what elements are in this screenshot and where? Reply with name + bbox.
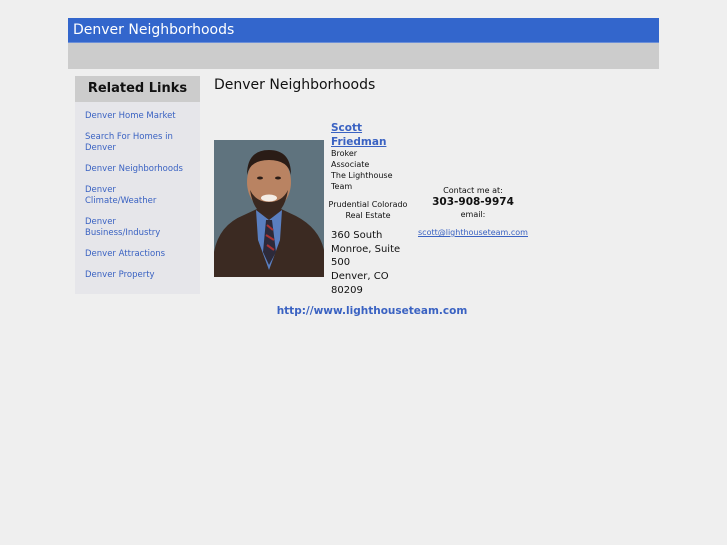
agent-name-link[interactable]: Scott Friedman: [331, 121, 401, 149]
address-line: Monroe, Suite: [331, 243, 401, 255]
address-line: 500: [331, 257, 351, 269]
sidebar-item-climate: Denver Climate/Weather: [85, 185, 200, 207]
sidebar-item-business: Denver Business/Industry: [85, 217, 200, 239]
nav-bar: [68, 43, 659, 69]
sidebar-item-neighborhoods: Denver Neighborhoods: [85, 164, 200, 175]
contact-block: Contact me at: 303-908-9974 email: scott…: [408, 185, 538, 239]
email-link[interactable]: scott@lighthouseteam.com: [418, 228, 528, 237]
sidebar-item-property: Denver Property: [85, 270, 200, 281]
agent-portrait-image: [214, 140, 324, 277]
sidebar-list: Denver Home Market Search For Homes in D…: [75, 102, 200, 281]
sidebar-link[interactable]: Search For Homes in Denver: [85, 132, 190, 154]
sidebar-link[interactable]: Denver Business/Industry: [85, 217, 170, 239]
sidebar-item-search-homes: Search For Homes in Denver: [85, 132, 200, 154]
address-line: 80209: [331, 284, 363, 296]
site-header: Denver Neighborhoods: [68, 18, 659, 43]
sidebar-link[interactable]: Denver Home Market: [85, 111, 190, 122]
sidebar-link[interactable]: Denver Attractions: [85, 249, 190, 260]
site-title: Denver Neighborhoods: [73, 22, 235, 38]
address-line: Denver, CO: [331, 271, 389, 283]
agent-title-line: Broker: [331, 149, 358, 158]
agent-company: Prudential Colorado Real Estate: [328, 200, 408, 220]
sidebar-title: Related Links: [75, 76, 200, 102]
page-title: Denver Neighborhoods: [214, 77, 376, 93]
sidebar-item-attractions: Denver Attractions: [85, 249, 200, 260]
sidebar-link[interactable]: Denver Climate/Weather: [85, 185, 160, 207]
website-link[interactable]: http://www.lighthouseteam.com: [272, 305, 472, 317]
sidebar-item-home-market: Denver Home Market: [85, 111, 200, 122]
agent-photo: [214, 140, 324, 277]
agent-address: 360 South Monroe, Suite 500 Denver, CO 8…: [331, 229, 411, 298]
agent-title-line: Associate: [331, 160, 370, 169]
related-links-sidebar: Related Links Denver Home Market Search …: [75, 76, 200, 294]
agent-title-line: Team: [331, 182, 353, 191]
sidebar-title-text: Related Links: [87, 81, 188, 96]
sidebar-link[interactable]: Denver Neighborhoods: [85, 164, 190, 175]
contact-label: Contact me at:: [443, 186, 503, 195]
agent-title-line: The Lighthouse: [331, 171, 393, 180]
agent-title: Broker Associate The Lighthouse Team: [331, 148, 406, 192]
email-label: email:: [460, 210, 486, 219]
sidebar-link[interactable]: Denver Property: [85, 270, 190, 281]
phone-number: 303-908-9974: [432, 196, 514, 208]
address-line: 360 South: [331, 230, 383, 241]
